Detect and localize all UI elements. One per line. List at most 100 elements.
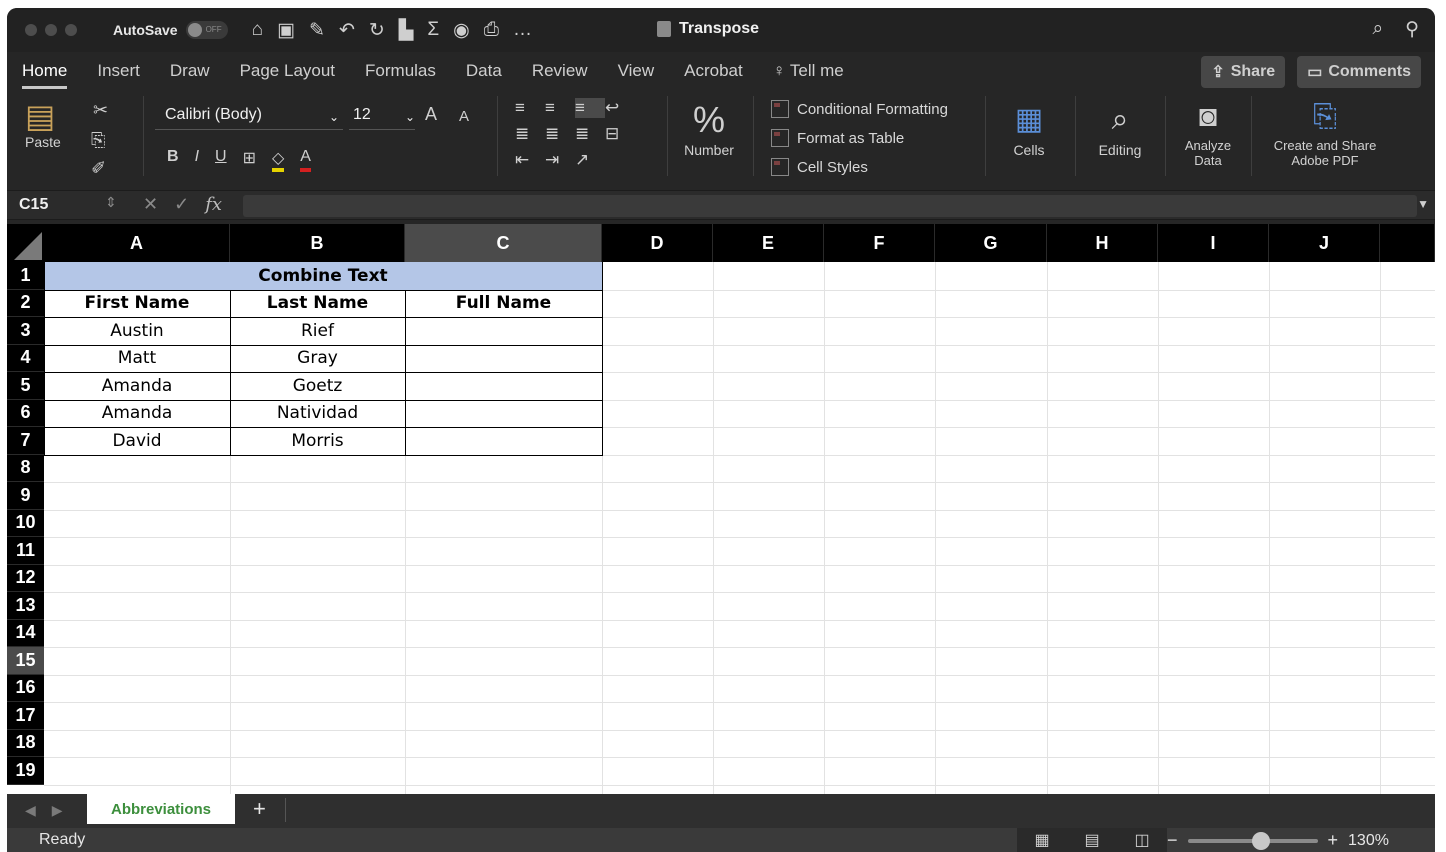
borders-icon[interactable]: ⊞ [243, 148, 256, 172]
next-sheet-icon[interactable]: ▶ [52, 802, 63, 819]
decrease-font-icon[interactable]: A [459, 108, 469, 125]
cell-styles-button[interactable]: Cell Styles [771, 158, 868, 176]
row-header-10[interactable]: 10 [7, 509, 44, 537]
row-header-12[interactable]: 12 [7, 564, 44, 592]
paste-button[interactable]: ▤ Paste [25, 98, 61, 150]
tab-home[interactable]: Home [22, 61, 68, 89]
merge-center-icon[interactable]: ⊟ [605, 124, 635, 144]
search-icon[interactable]: ⌕ [1372, 18, 1383, 41]
tab-data[interactable]: Data [466, 61, 502, 81]
zoom-in-icon[interactable]: + [1328, 830, 1339, 851]
tab-formulas[interactable]: Formulas [365, 61, 436, 81]
tab-acrobat[interactable]: Acrobat [684, 61, 743, 81]
tab-view[interactable]: View [618, 61, 655, 81]
print-icon[interactable]: ⎙ [484, 19, 499, 42]
zoom-slider-thumb[interactable] [1251, 831, 1270, 850]
tab-draw[interactable]: Draw [170, 61, 210, 81]
cut-icon[interactable]: ✂ [93, 100, 108, 121]
sheet-tab-abbreviations[interactable]: Abbreviations [87, 794, 235, 824]
column-header-f[interactable]: F [824, 224, 935, 262]
create-share-pdf-button[interactable]: ⎘ Create and Share Adobe PDF [1263, 96, 1387, 168]
data-cell[interactable] [405, 372, 602, 400]
header-cell[interactable]: Last Name [230, 290, 405, 318]
merged-title-cell[interactable]: Combine Text [44, 262, 602, 290]
select-all-button[interactable] [7, 224, 44, 262]
data-cell[interactable] [405, 427, 602, 455]
analyze-data-button[interactable]: ◙ Analyze Data [1175, 96, 1241, 168]
data-cell[interactable]: Austin [44, 317, 230, 345]
save-icon[interactable]: ▣ [277, 19, 295, 42]
column-header-e[interactable]: E [713, 224, 824, 262]
row-header-13[interactable]: 13 [7, 592, 44, 620]
row-header-7[interactable]: 7 [7, 427, 44, 455]
home-icon[interactable]: ⌂ [252, 19, 263, 42]
zoom-slider[interactable] [1187, 831, 1318, 850]
data-cell[interactable]: Rief [230, 317, 405, 345]
row-header-18[interactable]: 18 [7, 729, 44, 757]
row-header-6[interactable]: 6 [7, 399, 44, 427]
align-right-icon[interactable]: ≣ [575, 124, 605, 144]
row-header-4[interactable]: 4 [7, 344, 44, 372]
row-header-9[interactable]: 9 [7, 482, 44, 510]
add-sheet-icon[interactable]: + [253, 796, 266, 822]
column-header-j[interactable]: J [1269, 224, 1380, 262]
cells-button[interactable]: ▦ Cells [997, 98, 1061, 158]
confirm-icon[interactable]: ✓ [174, 194, 189, 215]
tab-page-layout[interactable]: Page Layout [240, 61, 335, 81]
editing-button[interactable]: ⌕ Editing [1087, 98, 1153, 158]
number-format-button[interactable]: % Number [679, 98, 739, 158]
formula-input[interactable] [243, 195, 1417, 217]
share-button[interactable]: ⇪ Share [1201, 56, 1286, 88]
row-header-3[interactable]: 3 [7, 317, 44, 345]
column-header-g[interactable]: G [935, 224, 1047, 262]
tell-me[interactable]: ♀ Tell me [773, 61, 844, 81]
data-cell[interactable]: David [44, 427, 230, 455]
align-middle-icon[interactable]: ≡ [545, 98, 575, 118]
page-layout-view-icon[interactable]: ▤ [1084, 830, 1099, 850]
insert-function-button[interactable]: fx [205, 194, 222, 215]
comments-button[interactable]: ▭ Comments [1297, 56, 1421, 88]
data-cell[interactable]: Amanda [44, 400, 230, 428]
row-header-15[interactable]: 15 [7, 647, 44, 675]
worksheet-grid[interactable]: A B C D E F G H I J 1 2 3 4 5 6 7 8 9 10 11 12 13 14 15 16 17 18 19 C… [7, 224, 1435, 800]
prev-sheet-icon[interactable]: ◀ [25, 802, 36, 819]
header-cell[interactable]: First Name [44, 290, 230, 318]
autosum-icon[interactable]: Σ [427, 19, 439, 42]
decrease-indent-icon[interactable]: ⇤ [515, 150, 545, 170]
increase-font-icon[interactable]: A [425, 104, 437, 125]
account-icon[interactable]: ⚲ [1405, 18, 1419, 41]
data-cell[interactable]: Matt [44, 345, 230, 373]
row-header-2[interactable]: 2 [7, 289, 44, 317]
data-cell[interactable]: Goetz [230, 372, 405, 400]
fill-icon[interactable]: ▙ [399, 19, 414, 42]
name-box[interactable]: C15 [19, 196, 48, 214]
conditional-formatting-button[interactable]: Conditional Formatting [771, 100, 948, 118]
close-window-button[interactable] [25, 24, 37, 36]
row-header-19[interactable]: 19 [7, 757, 44, 785]
row-header-11[interactable]: 11 [7, 537, 44, 565]
format-as-table-button[interactable]: Format as Table [771, 129, 904, 147]
minimize-window-button[interactable] [45, 24, 57, 36]
undo-icon[interactable]: ↶ [339, 19, 355, 42]
row-header-16[interactable]: 16 [7, 674, 44, 702]
column-header-b[interactable]: B [230, 224, 405, 262]
column-header-d[interactable]: D [602, 224, 713, 262]
more-icon[interactable]: … [513, 19, 532, 42]
font-size-select[interactable]: 12 ⌄ [349, 106, 415, 130]
page-break-view-icon[interactable]: ◫ [1134, 830, 1149, 850]
font-name-select[interactable]: Calibri (Body) ⌄ [155, 106, 343, 130]
column-header-partial[interactable] [1380, 224, 1435, 262]
column-header-h[interactable]: H [1047, 224, 1158, 262]
tab-insert[interactable]: Insert [97, 61, 140, 81]
fill-color-icon[interactable]: ◇ [271, 148, 285, 172]
data-cell[interactable] [405, 400, 602, 428]
font-color-icon[interactable]: A [300, 148, 311, 172]
data-cell[interactable]: Morris [230, 427, 405, 455]
row-header-1[interactable]: 1 [7, 262, 44, 290]
data-cell[interactable]: Amanda [44, 372, 230, 400]
data-cell[interactable] [405, 317, 602, 345]
column-header-i[interactable]: I [1158, 224, 1269, 262]
name-box-stepper-icon[interactable]: ⇕ [105, 194, 117, 211]
data-cell[interactable]: Gray [230, 345, 405, 373]
align-top-icon[interactable]: ≡ [515, 98, 545, 118]
